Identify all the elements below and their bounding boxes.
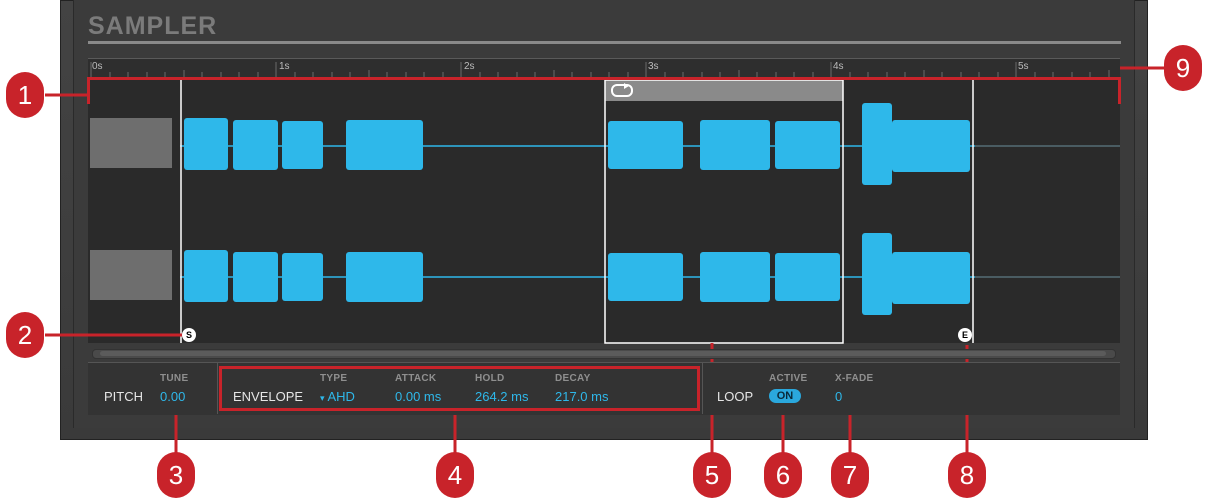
callout-2: 2 [6, 312, 44, 358]
scrollbar-thumb[interactable] [100, 351, 1106, 356]
hold-label: HOLD [475, 373, 505, 384]
waveform-inactive-region [90, 118, 172, 300]
loop-region-header [605, 80, 843, 101]
divider-2 [702, 362, 703, 414]
loop-label: LOOP [717, 389, 754, 404]
callout-1: 1 [6, 72, 44, 118]
tune-label: TUNE [160, 373, 189, 384]
callout-7: 7 [831, 452, 869, 498]
xfade-label: X-FADE [835, 373, 874, 384]
divider-1 [217, 362, 218, 414]
end-marker[interactable]: E [958, 328, 972, 342]
ruler-ticks [90, 62, 1110, 78]
attack-label: ATTACK [395, 373, 437, 384]
envelope-type-label: TYPE [320, 373, 348, 384]
callout-6: 6 [764, 452, 802, 498]
dropdown-arrow-icon: ▾ [320, 393, 325, 403]
pitch-label: PITCH [104, 389, 143, 404]
waveform-channel-right [184, 233, 970, 315]
envelope-label: ENVELOPE [233, 389, 304, 404]
envelope-type-select[interactable]: ▾ AHD [320, 389, 355, 404]
callout-3: 3 [157, 452, 195, 498]
tune-value[interactable]: 0.00 [160, 389, 185, 404]
attack-value[interactable]: 0.00 ms [395, 389, 441, 404]
loop-active-label: ACTIVE [769, 373, 808, 384]
decay-value[interactable]: 217.0 ms [555, 389, 608, 404]
decay-label: DECAY [555, 373, 591, 384]
envelope-type-value: AHD [327, 389, 355, 404]
callout-5: 5 [693, 452, 731, 498]
waveform-svg [45, 62, 1165, 455]
xfade-value[interactable]: 0 [835, 389, 842, 404]
waveform-channel-left [184, 103, 970, 185]
start-marker[interactable]: S [182, 328, 196, 342]
callout-8: 8 [948, 452, 986, 498]
hold-value[interactable]: 264.2 ms [475, 389, 528, 404]
loop-region [604, 79, 844, 344]
callout-4: 4 [436, 452, 474, 498]
callout-9: 9 [1164, 45, 1202, 91]
loop-active-toggle[interactable]: ON [769, 389, 801, 403]
